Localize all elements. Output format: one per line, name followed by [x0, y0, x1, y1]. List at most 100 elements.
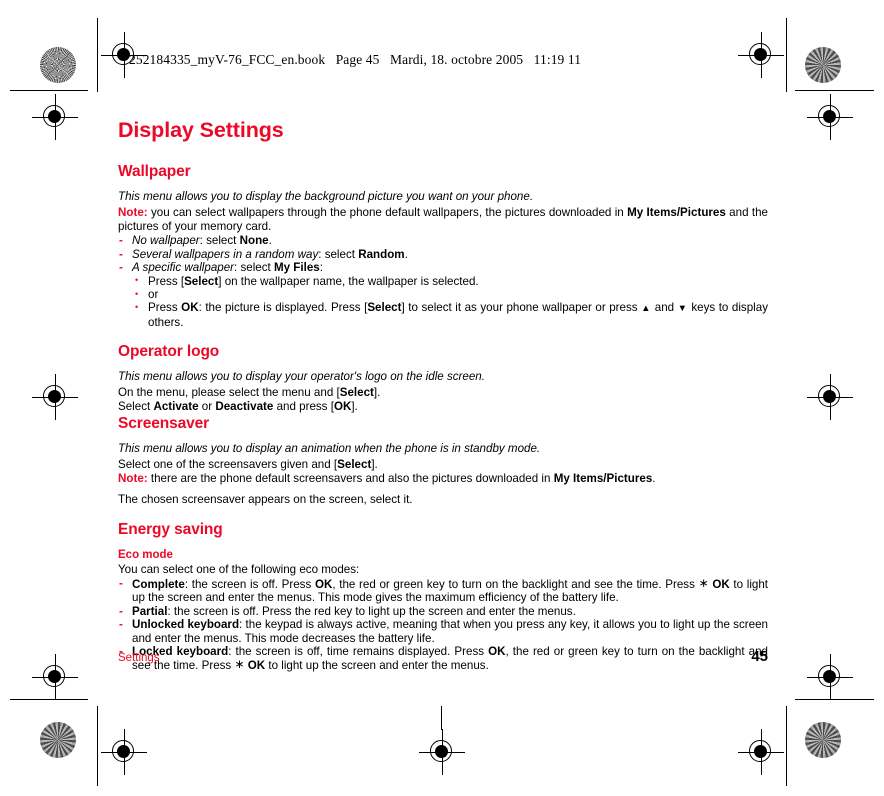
wallpaper-sub-0-post: ] on the wallpaper name, the wallpaper i…	[218, 274, 479, 288]
note-label: Note:	[118, 206, 148, 220]
registration-mark-bottom-left-outer	[101, 729, 147, 775]
wallpaper-sub-options-list: Press [ Select ] on the wallpaper name, th…	[132, 274, 768, 329]
section-heading-operator-logo: Operator logo	[118, 342, 220, 360]
list-item: Unlocked keyboard: the keypad is always …	[118, 618, 768, 644]
wallpaper-sub-1-bold-1: OK	[181, 301, 199, 315]
wallpaper-option-0-italic: No wallpaper	[132, 233, 200, 247]
operator-logo-line-1-pre: On the menu, please select the menu and …	[118, 386, 340, 400]
registration-mark-bottom-right-inner	[807, 654, 853, 700]
registration-mark-top-left-inner	[32, 94, 78, 140]
wallpaper-sub-1-mid-2: ] to select it as your phone wallpaper o…	[401, 301, 642, 315]
screensaver-note: Note: there are the phone default screen…	[118, 472, 768, 485]
list-item: Press OK: the picture is displayed. Pres…	[132, 301, 768, 329]
section-heading-screensaver: Screensaver	[118, 414, 210, 432]
footer-page-number: 45	[751, 648, 768, 665]
wallpaper-sub-1-mid-3: and	[651, 301, 678, 315]
eco-mode-0-text-2: , the red or green key to turn on the ba…	[332, 577, 699, 591]
screen-angle-target-bottom-left	[40, 722, 76, 758]
wallpaper-sub-or: or	[132, 288, 768, 302]
registration-mark-bottom-center	[419, 729, 465, 775]
eco-mode-0-bold-2: OK	[314, 577, 333, 591]
note-label: Note:	[118, 472, 148, 486]
wallpaper-option-1-mid: : select	[318, 247, 359, 261]
operator-logo-line-2-post: ].	[351, 400, 358, 414]
file-header-time: 11:19 11	[533, 52, 582, 67]
wallpaper-option-2-end: :	[319, 261, 323, 275]
registration-mark-top-right-outer	[738, 32, 784, 78]
trim-line-top-left	[10, 90, 88, 92]
operator-logo-line-2-bold-2: Deactivate	[215, 400, 274, 414]
trim-line-right-top	[786, 18, 788, 92]
wallpaper-sub-1-mid-1: : the picture is displayed. Press [	[198, 301, 368, 315]
operator-logo-line-1: On the menu, please select the menu and …	[118, 386, 768, 399]
registration-mark-middle-left	[32, 374, 78, 420]
wallpaper-option-0-bold: None	[239, 233, 269, 247]
section-heading-wallpaper: Wallpaper	[118, 163, 191, 180]
trim-line-left-bottom	[97, 706, 99, 786]
screensaver-line-1-bold: Select	[337, 457, 372, 471]
wallpaper-option-1-bold: Random	[358, 247, 405, 261]
list-item: No wallpaper: select None.	[118, 234, 768, 247]
screensaver-line-1: Select one of the screensavers given and…	[118, 458, 768, 471]
list-item: A specific wallpaper: select My Files:	[118, 261, 768, 274]
arrow-up-icon: ▲	[641, 303, 652, 315]
operator-logo-line-2-bold-1: Activate	[153, 400, 199, 414]
wallpaper-option-1-italic: Several wallpapers in a random way	[132, 247, 319, 261]
list-item: Partial: the screen is off. Press the re…	[118, 605, 768, 618]
wallpaper-option-2-italic: A specific wallpaper	[132, 261, 235, 275]
screensaver-note-bold-1: My Items/Pictures	[553, 472, 653, 486]
operator-logo-line-2-mid: or	[198, 400, 216, 414]
registration-mark-top-right-inner	[807, 94, 853, 140]
page-content: Display Settings Wallpaper This menu all…	[118, 118, 768, 673]
operator-logo-intro: This menu allows you to display your ope…	[118, 369, 485, 383]
wallpaper-option-1-end: .	[404, 247, 408, 261]
wallpaper-option-2-bold: My Files	[273, 261, 320, 275]
arrow-down-icon: ▼	[677, 303, 688, 315]
wallpaper-note-bold-1: My Items/Pictures	[627, 206, 726, 220]
screensaver-note-text-2: .	[652, 472, 656, 486]
screensaver-intro: This menu allows you to display an anima…	[118, 441, 541, 455]
wallpaper-options-list: No wallpaper: select None. Several wallp…	[118, 234, 768, 275]
wallpaper-note-text-1: you can select wallpapers through the ph…	[147, 206, 628, 220]
footer-chapter-label: Settings	[118, 652, 160, 664]
list-item: Press [Select] on the wallpaper name, th…	[132, 274, 768, 288]
page-title: Display Settings	[118, 118, 284, 142]
eco-mode-1-text-1: : the screen is off. Press the red key t…	[167, 604, 576, 618]
wallpaper-sub-1-pre: Press	[148, 301, 182, 315]
operator-logo-line-2-pre: Select	[118, 400, 154, 414]
trim-line-top-right	[795, 90, 874, 92]
wallpaper-sub-0-pre: Press [	[148, 274, 185, 288]
asterisk-key-icon: ∗	[698, 575, 709, 590]
screen-angle-target-bottom-right	[805, 722, 841, 758]
list-item: Complete: the screen is off. Press OK, t…	[118, 575, 768, 604]
registration-mark-bottom-right-outer	[738, 729, 784, 775]
trim-line-right-bottom	[786, 706, 788, 786]
wallpaper-note: Note: you can select wallpapers through …	[118, 206, 768, 232]
eco-mode-2-name: Unlocked keyboard	[132, 618, 240, 632]
trim-line-bottom-right	[795, 699, 874, 701]
operator-logo-line-2-bold-3: OK	[333, 400, 352, 414]
operator-logo-line-1-post: ].	[373, 386, 381, 400]
screen-angle-target-top-right	[805, 47, 841, 83]
section-heading-energy-saving: Energy saving	[118, 520, 223, 538]
trim-line-center-bottom	[441, 706, 443, 730]
operator-logo-line-2: Select Activate or Deactivate and press …	[118, 400, 768, 413]
registration-mark-middle-right	[807, 374, 853, 420]
wallpaper-option-0-mid: : select	[199, 233, 240, 247]
page-footer: Settings 45	[118, 648, 768, 665]
file-header-page-label: Page 45	[335, 52, 380, 67]
wallpaper-option-2-mid: : select	[234, 261, 274, 275]
file-header-line: 252184335_myV-76_FCC_en.book Page 45 Mar…	[129, 52, 588, 68]
eco-mode-0-text-1: : the screen is off. Press	[184, 577, 315, 591]
screensaver-note-text-1: there are the phone default screensavers…	[147, 472, 554, 486]
file-header-filename: 252184335_myV-76_FCC_en.book	[129, 52, 326, 67]
screensaver-line-1-pre: Select one of the screensavers given and…	[118, 457, 338, 471]
eco-mode-0-name: Complete	[132, 577, 185, 591]
wallpaper-option-0-end: .	[268, 233, 272, 247]
wallpaper-sub-1-bold-2: Select	[367, 301, 402, 315]
subsection-heading-eco-mode: Eco mode	[118, 548, 173, 561]
eco-mode-0-bold-3: OK	[708, 577, 730, 591]
operator-logo-line-2-mid-2: and press [	[273, 400, 334, 414]
eco-mode-lead: You can select one of the following eco …	[118, 562, 360, 576]
wallpaper-intro: This menu allows you to display the back…	[118, 190, 534, 203]
